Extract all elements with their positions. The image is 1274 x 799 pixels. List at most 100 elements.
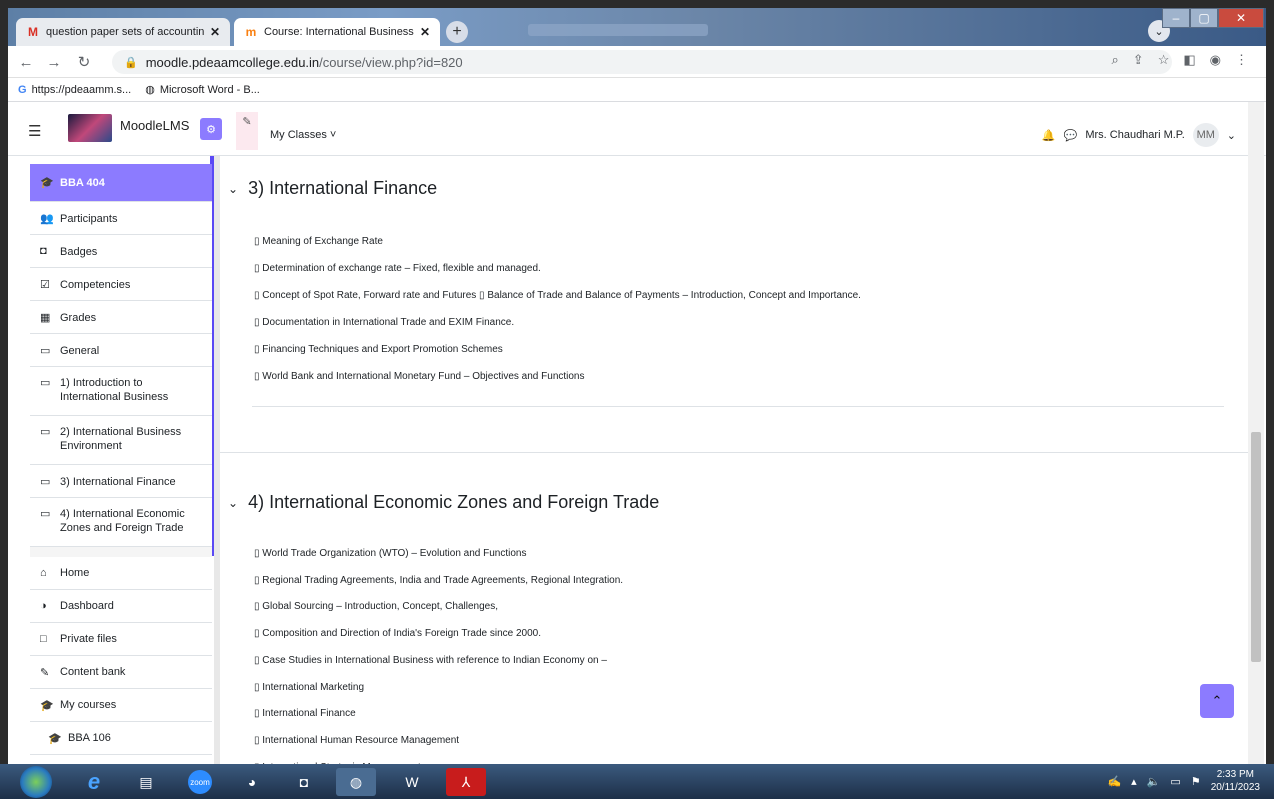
profile-icon[interactable]: ◉ — [1210, 52, 1221, 68]
bookmark-item[interactable]: G https://pdeaamm.s... — [18, 84, 131, 96]
tab-title: Course: International Business m — [264, 26, 414, 38]
browser-window: M question paper sets of accountin ✕ m C… — [8, 8, 1266, 764]
topic-line: ▯ International Marketing — [254, 681, 365, 693]
pen-icon[interactable]: ✍ — [1107, 775, 1121, 788]
gear-icon[interactable]: ⚙ — [200, 118, 222, 140]
sidebar-item-label: 2) International Business Environment — [60, 426, 182, 452]
sidebar-item-course[interactable]: 🎓 BBA 404 — [30, 164, 212, 202]
site-logo[interactable] — [68, 114, 112, 142]
sidebar-item[interactable]: ▭ 3) International Finance — [30, 465, 212, 498]
topic-line: ▯ International Human Resource Managemen… — [254, 734, 460, 746]
address-bar[interactable]: 🔒 moodle.pdeaamcollege.edu.in/course/vie… — [112, 50, 1172, 74]
tab-gmail[interactable]: M question paper sets of accountin ✕ — [16, 18, 230, 46]
avatar[interactable]: MM — [1192, 123, 1219, 147]
forward-button[interactable]: → — [44, 52, 64, 72]
sidebar-nav-item[interactable]: ◑ Dashboard — [30, 590, 212, 623]
sidebar-item[interactable]: ▦ Grades — [30, 301, 212, 334]
menu-icon[interactable]: ⋮ — [1235, 52, 1248, 68]
ie-icon[interactable]: e — [74, 768, 114, 796]
folder-icon: ▭ — [40, 476, 51, 488]
volume-icon[interactable]: 🔈 — [1147, 775, 1161, 788]
bell-icon[interactable]: 🔔 — [1042, 129, 1056, 142]
sidebar-nav-item[interactable]: 🎓BBA 202 — [30, 755, 212, 764]
new-tab-button[interactable]: + — [446, 21, 468, 43]
user-area: 🔔 💬 Mrs. Chaudhari M.P. MM ⌄ — [1042, 123, 1236, 147]
tab-moodle[interactable]: m Course: International Business m ✕ — [234, 18, 440, 46]
section-title[interactable]: ⌄ 4) International Economic Zones and For… — [228, 492, 659, 513]
sidebar-item-label: General — [60, 345, 100, 357]
outlook-icon[interactable]: ◘ — [284, 768, 324, 796]
tray-expand-icon[interactable]: ▴ — [1131, 775, 1137, 788]
acrobat-icon[interactable]: ⅄ — [446, 768, 486, 796]
sidebar-item[interactable]: ◘ Badges — [30, 235, 212, 268]
side-panel-icon[interactable]: ◧ — [1183, 52, 1195, 68]
folder-icon: ▭ — [40, 377, 51, 389]
tab-title: question paper sets of accountin — [46, 26, 204, 38]
file-icon: □ — [40, 633, 47, 645]
my-classes-menu[interactable]: My Classes ˅ — [270, 129, 336, 141]
close-icon[interactable]: ✕ — [420, 25, 430, 39]
network-icon[interactable]: ▭ — [1170, 775, 1180, 788]
chevron-down-icon[interactable]: ⌄ — [228, 182, 238, 196]
sidebar-nav-item[interactable]: 🎓 BBA 106 — [30, 722, 212, 755]
address-row: ← → ↻ 🔒 moodle.pdeaamcollege.edu.in/cour… — [8, 46, 1266, 78]
flag-icon[interactable]: ⚑ — [1191, 775, 1201, 788]
dashboard-icon: ◑ — [40, 600, 47, 612]
sidebar-nav-label: Dashboard — [60, 600, 114, 612]
bookmark-item[interactable]: ◍ Microsoft Word - B... — [145, 83, 260, 97]
sidebar-nav-label: Home — [60, 567, 90, 579]
sidebar-nav-item[interactable]: 🎓 My courses — [30, 689, 212, 722]
sidebar-item-label: BBA 404 — [60, 176, 105, 189]
course-index-sidebar: 🎓 BBA 404 👥 Participants ◘ Badges ☑ Competenc… — [30, 164, 212, 764]
badges-icon: ◘ — [40, 245, 47, 257]
clock[interactable]: 2:33 PM 20/11/2023 — [1211, 768, 1260, 794]
back-to-top-button[interactable]: ⌃ — [1200, 684, 1234, 718]
bookmark-label: Microsoft Word - B... — [159, 83, 260, 96]
folder-icon: ▭ — [40, 345, 51, 357]
home-icon: ⌂ — [40, 567, 47, 579]
message-icon[interactable]: 💬 — [1064, 129, 1078, 142]
section-title[interactable]: ⌄ 3) International Finance — [228, 178, 437, 199]
explorer-icon[interactable]: ▤ — [126, 768, 166, 796]
sidebar-nav-item[interactable]: □ Private files — [30, 623, 212, 656]
zoom-icon[interactable]: zoom — [180, 768, 220, 796]
sidebar-item[interactable]: ▭ 4) International Economic Zones and For… — [30, 498, 212, 547]
chrome-profile-icon[interactable]: ◍ — [336, 768, 376, 796]
scrollbar-thumb[interactable] — [1251, 432, 1261, 662]
minimize-button[interactable]: – — [1162, 8, 1190, 28]
sidebar-nav-item[interactable]: ✎ Content bank — [30, 656, 212, 689]
menu-toggle-icon[interactable]: ☰ — [28, 122, 41, 140]
sidebar-item[interactable]: ▭ 1) Introduction to International Busine… — [30, 367, 212, 416]
clock-time: 2:33 PM — [1216, 769, 1254, 780]
topic-line: ▯ Documentation in International Trade a… — [254, 317, 515, 328]
sidebar-item-label: 1) Introduction to International Busines… — [60, 377, 169, 403]
chevron-down-icon[interactable]: ⌄ — [1227, 129, 1236, 142]
sidebar-item[interactable]: ▭ 2) International Business Environment — [30, 416, 212, 465]
start-button[interactable] — [20, 766, 52, 798]
reload-button[interactable]: ↻ — [74, 52, 94, 72]
user-name[interactable]: Mrs. Chaudhari M.P. — [1085, 129, 1184, 141]
close-icon[interactable]: ✕ — [210, 25, 220, 39]
sidebar-item[interactable]: 👥 Participants — [30, 202, 212, 235]
sidebar-item[interactable]: ▭ General — [30, 334, 212, 367]
tab-strip: M question paper sets of accountin ✕ m C… — [8, 8, 1266, 46]
page-scrollbar[interactable] — [1248, 102, 1264, 764]
word-icon[interactable]: W — [392, 768, 432, 796]
folder-icon: ▭ — [40, 426, 51, 438]
sidebar-item-label: Participants — [60, 213, 118, 225]
url-path: /course/view.php?id=820 — [319, 54, 463, 70]
lock-icon: 🔒 — [124, 56, 138, 69]
chevron-down-icon[interactable]: ⌄ — [228, 496, 238, 510]
maximize-button[interactable]: ▢ — [1190, 8, 1218, 28]
sidebar-item[interactable]: ☑ Competencies — [30, 268, 212, 301]
sidebar-nav-item[interactable]: ⌂ Home — [30, 557, 212, 590]
share-icon[interactable]: ⇪ — [1133, 52, 1144, 68]
edit-icon[interactable]: ✎ — [236, 112, 258, 150]
back-button[interactable]: ← — [16, 52, 36, 72]
close-window-button[interactable]: ✕ — [1218, 8, 1264, 28]
star-icon[interactable]: ☆ — [1158, 52, 1170, 68]
window-frame: M question paper sets of accountin ✕ m C… — [0, 0, 1274, 799]
site-brand[interactable]: MoodleLMS — [120, 118, 189, 133]
zoom-icon[interactable]: ⌕ — [1112, 52, 1119, 68]
chrome-icon[interactable]: ◕ — [232, 768, 272, 796]
